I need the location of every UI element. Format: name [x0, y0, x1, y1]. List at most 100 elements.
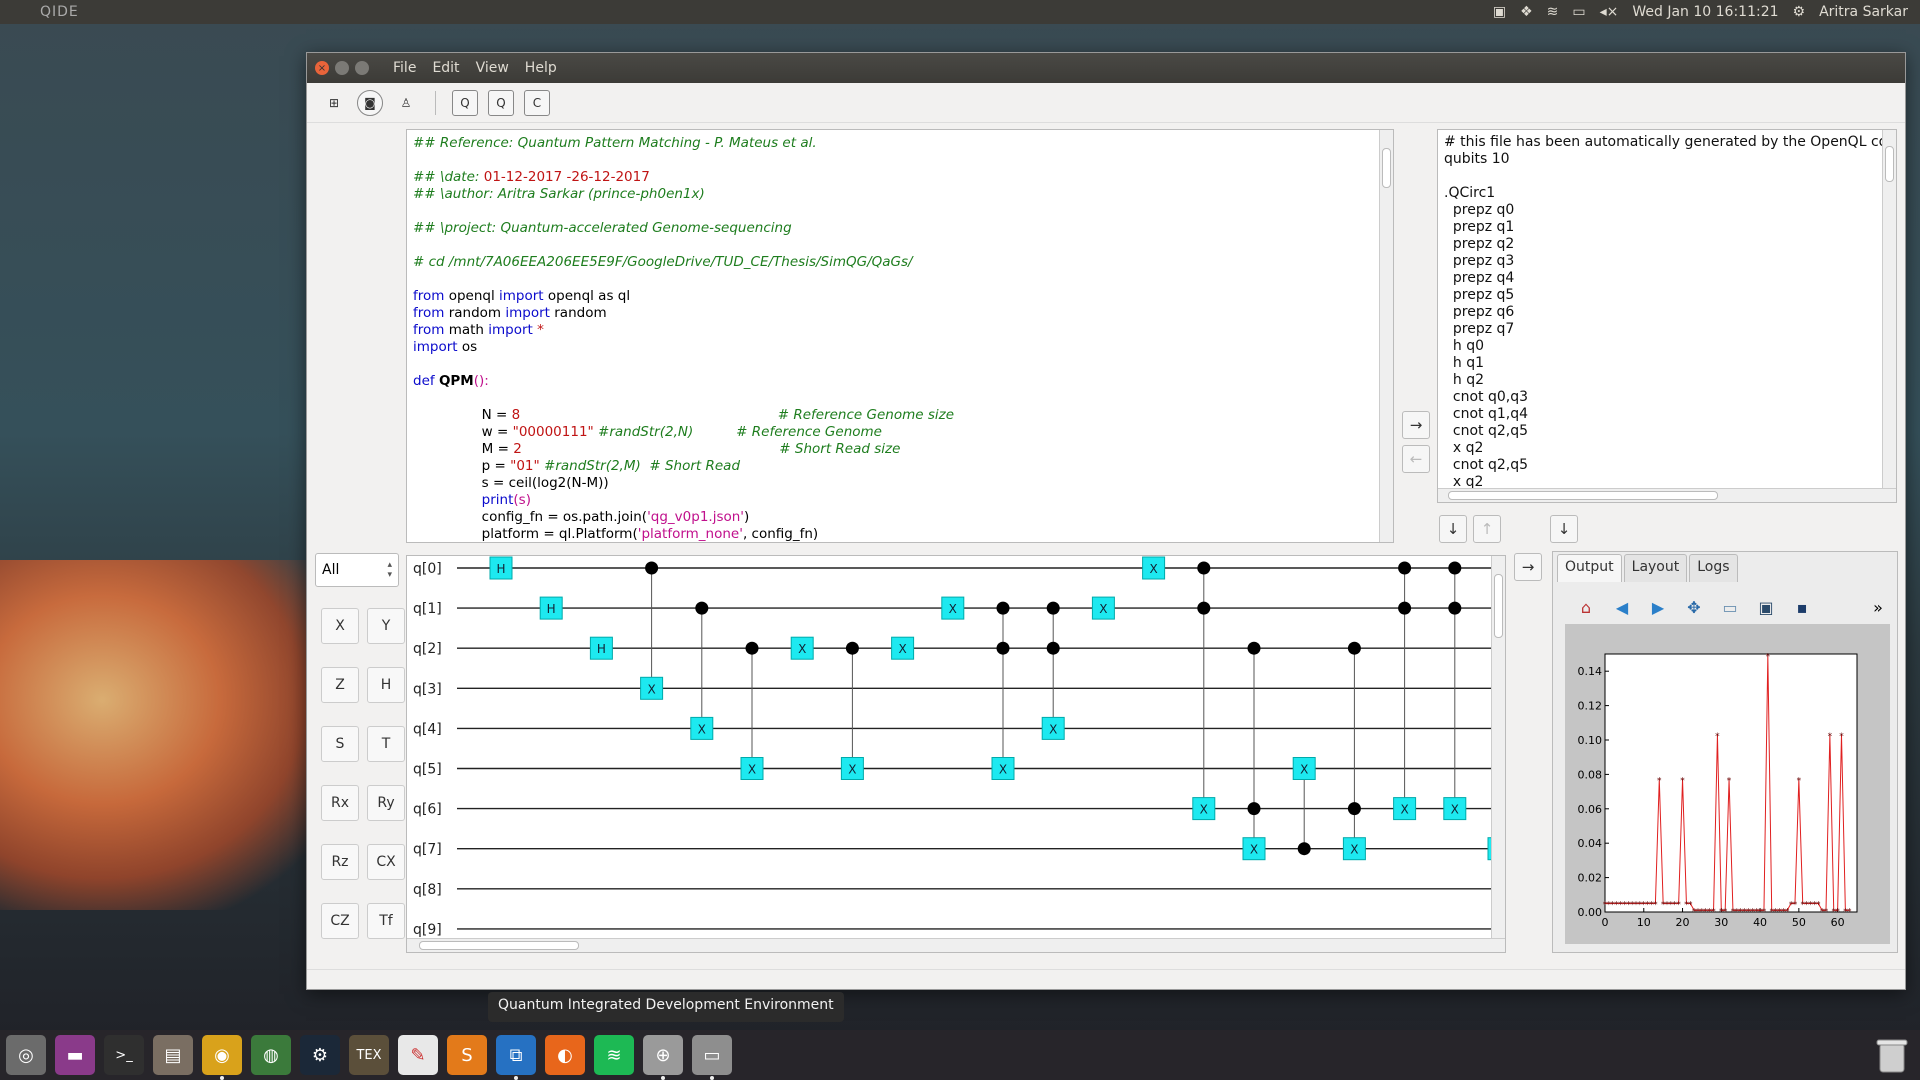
code-line[interactable] [413, 152, 1387, 169]
code-line[interactable]: import os [413, 339, 1387, 356]
qasm-vscroll[interactable] [1882, 130, 1896, 490]
toolbar-q-button-1[interactable]: Q [452, 89, 478, 116]
tab-logs[interactable]: Logs [1689, 554, 1738, 582]
back-icon[interactable]: ◀ [1611, 596, 1633, 618]
gate-button-x[interactable]: X [321, 608, 359, 644]
qasm-line[interactable]: prepz q3 [1444, 253, 1890, 270]
code-line[interactable] [413, 203, 1387, 220]
forward-icon[interactable]: ▶ [1647, 596, 1669, 618]
output-plot[interactable]: 0.00 0.02 0.04 0.06 0.08 0.10 0.12 0.14 0 10 20 30 4… [1565, 624, 1890, 944]
code-line[interactable] [413, 271, 1387, 288]
ubuntu-dash-icon[interactable]: ◎ [6, 1035, 46, 1075]
gate-button-rz[interactable]: Rz [321, 844, 359, 880]
gate-button-h[interactable]: H [367, 667, 405, 703]
gate-button-cz[interactable]: CZ [321, 903, 359, 939]
chrome-icon[interactable]: ◉ [202, 1035, 242, 1080]
gate-button-cx[interactable]: CX [367, 844, 405, 880]
wifi-icon[interactable]: ≋ [1547, 4, 1559, 20]
battery-icon[interactable]: ▭ [1572, 4, 1585, 20]
menu-help[interactable]: Help [525, 60, 557, 76]
code-line[interactable]: from math import * [413, 322, 1387, 339]
control-dot[interactable] [745, 641, 759, 655]
qasm-line[interactable]: # this file has been automatically gener… [1444, 134, 1896, 151]
control-dot[interactable] [1448, 561, 1462, 575]
qasm-line[interactable]: prepz q2 [1444, 236, 1890, 253]
code-line[interactable] [413, 356, 1387, 373]
new-file-icon[interactable]: ⊞ [321, 90, 347, 116]
code-line[interactable]: ## \date: 01-12-2017 -26-12-2017 [413, 169, 1387, 186]
menu-file[interactable]: File [393, 60, 416, 76]
dropbox-icon[interactable]: ❖ [1520, 4, 1533, 20]
toolbar-c-button[interactable]: C [524, 89, 550, 116]
code-line[interactable]: # cd /mnt/7A06EEA206EE5E9F/GoogleDrive/T… [413, 254, 1387, 271]
code-line[interactable] [413, 390, 1387, 407]
gate-button-t[interactable]: T [367, 726, 405, 762]
more-icon[interactable]: » [1867, 596, 1889, 618]
down-button-2[interactable]: ↓ [1550, 515, 1578, 543]
files-icon[interactable]: ▤ [153, 1035, 193, 1075]
menu-edit[interactable]: Edit [432, 60, 459, 76]
send-right-button[interactable]: → [1402, 411, 1430, 439]
circuit-view[interactable]: q[0] q[1] q[2] q[3] q[4] q[5] q[6] q[7] q[8] q[9]… [406, 555, 1506, 953]
qasm-line[interactable]: prepz q4 [1444, 270, 1890, 287]
send-left-button[interactable]: ← [1402, 445, 1430, 473]
tab-output[interactable]: Output [1557, 554, 1622, 582]
code-line[interactable] [413, 237, 1387, 254]
qasm-line[interactable]: x q2 [1444, 440, 1890, 457]
editor-vscroll[interactable] [1379, 130, 1393, 542]
indicator-icon[interactable]: ▣ [1493, 4, 1506, 20]
toolbar-q-button-2[interactable]: Q [488, 89, 514, 116]
qasm-line[interactable]: cnot q2,q5 [1444, 423, 1890, 440]
scroll-thumb[interactable] [1885, 146, 1894, 182]
drive-icon[interactable]: ▭ [692, 1035, 732, 1080]
up-button[interactable]: ↑ [1473, 515, 1501, 543]
code-line[interactable]: ## \author: Aritra Sarkar (prince-ph0en1… [413, 186, 1387, 203]
qasm-line[interactable]: prepz q1 [1444, 219, 1890, 236]
qasm-line[interactable]: h q0 [1444, 338, 1890, 355]
save-icon[interactable]: ▪ [1791, 596, 1813, 618]
volume-icon[interactable]: ◂× [1600, 4, 1619, 20]
control-dot[interactable] [996, 601, 1010, 615]
globe-icon[interactable]: ◍ [251, 1035, 291, 1075]
gate-button-ry[interactable]: Ry [367, 785, 405, 821]
qasm-line[interactable] [1444, 168, 1890, 185]
menu-view[interactable]: View [476, 60, 509, 76]
code-line[interactable]: ## \project: Quantum-accelerated Genome-… [413, 220, 1387, 237]
control-dot[interactable] [1197, 561, 1211, 575]
code-line[interactable]: N = 8 # Reference Genome size [413, 407, 1387, 424]
screen-icon[interactable]: ▬ [55, 1035, 95, 1075]
control-dot[interactable] [1046, 601, 1060, 615]
control-dot[interactable] [1347, 641, 1361, 655]
terminal-icon[interactable]: >_ [104, 1035, 144, 1075]
scroll-thumb[interactable] [1494, 574, 1503, 638]
qasm-line[interactable]: h q1 [1444, 355, 1890, 372]
qasm-line[interactable]: cnot q2,q5 [1444, 457, 1890, 474]
control-dot[interactable] [1398, 561, 1412, 575]
qasm-line[interactable]: cnot q1,q4 [1444, 406, 1890, 423]
sublime-icon[interactable]: S [447, 1035, 487, 1075]
tab-layout[interactable]: Layout [1623, 554, 1688, 582]
code-line[interactable]: s = ceil(log2(N-M)) [413, 475, 1387, 492]
firefox-icon[interactable]: ◐ [545, 1035, 585, 1075]
qasm-line[interactable]: prepz q6 [1444, 304, 1890, 321]
code-line[interactable]: from random import random [413, 305, 1387, 322]
gate-button-tf[interactable]: Tf [367, 903, 405, 939]
scroll-thumb[interactable] [1382, 148, 1391, 188]
vscode-icon[interactable]: ⧉ [496, 1035, 536, 1080]
scroll-thumb[interactable] [419, 941, 579, 950]
qasm-output[interactable]: # this file has been automatically gener… [1437, 129, 1897, 503]
gate-button-y[interactable]: Y [367, 608, 405, 644]
configure-icon[interactable]: ▣ [1755, 596, 1777, 618]
control-dot[interactable] [1247, 641, 1261, 655]
spotify-icon[interactable]: ≋ [594, 1035, 634, 1075]
clock[interactable]: Wed Jan 10 16:11:21 [1632, 4, 1778, 20]
circuit-hscroll[interactable] [407, 938, 1505, 952]
code-line[interactable]: platform = ql.Platform('platform_none', … [413, 526, 1387, 542]
control-dot[interactable] [845, 641, 859, 655]
user-name[interactable]: Aritra Sarkar [1819, 4, 1908, 20]
pdf-icon[interactable]: ✎ [398, 1035, 438, 1075]
scroll-thumb[interactable] [1448, 491, 1718, 500]
qasm-line[interactable]: prepz q5 [1444, 287, 1890, 304]
tex-icon[interactable]: TEX [349, 1035, 389, 1075]
compile-icon[interactable]: ◙ [357, 89, 383, 116]
